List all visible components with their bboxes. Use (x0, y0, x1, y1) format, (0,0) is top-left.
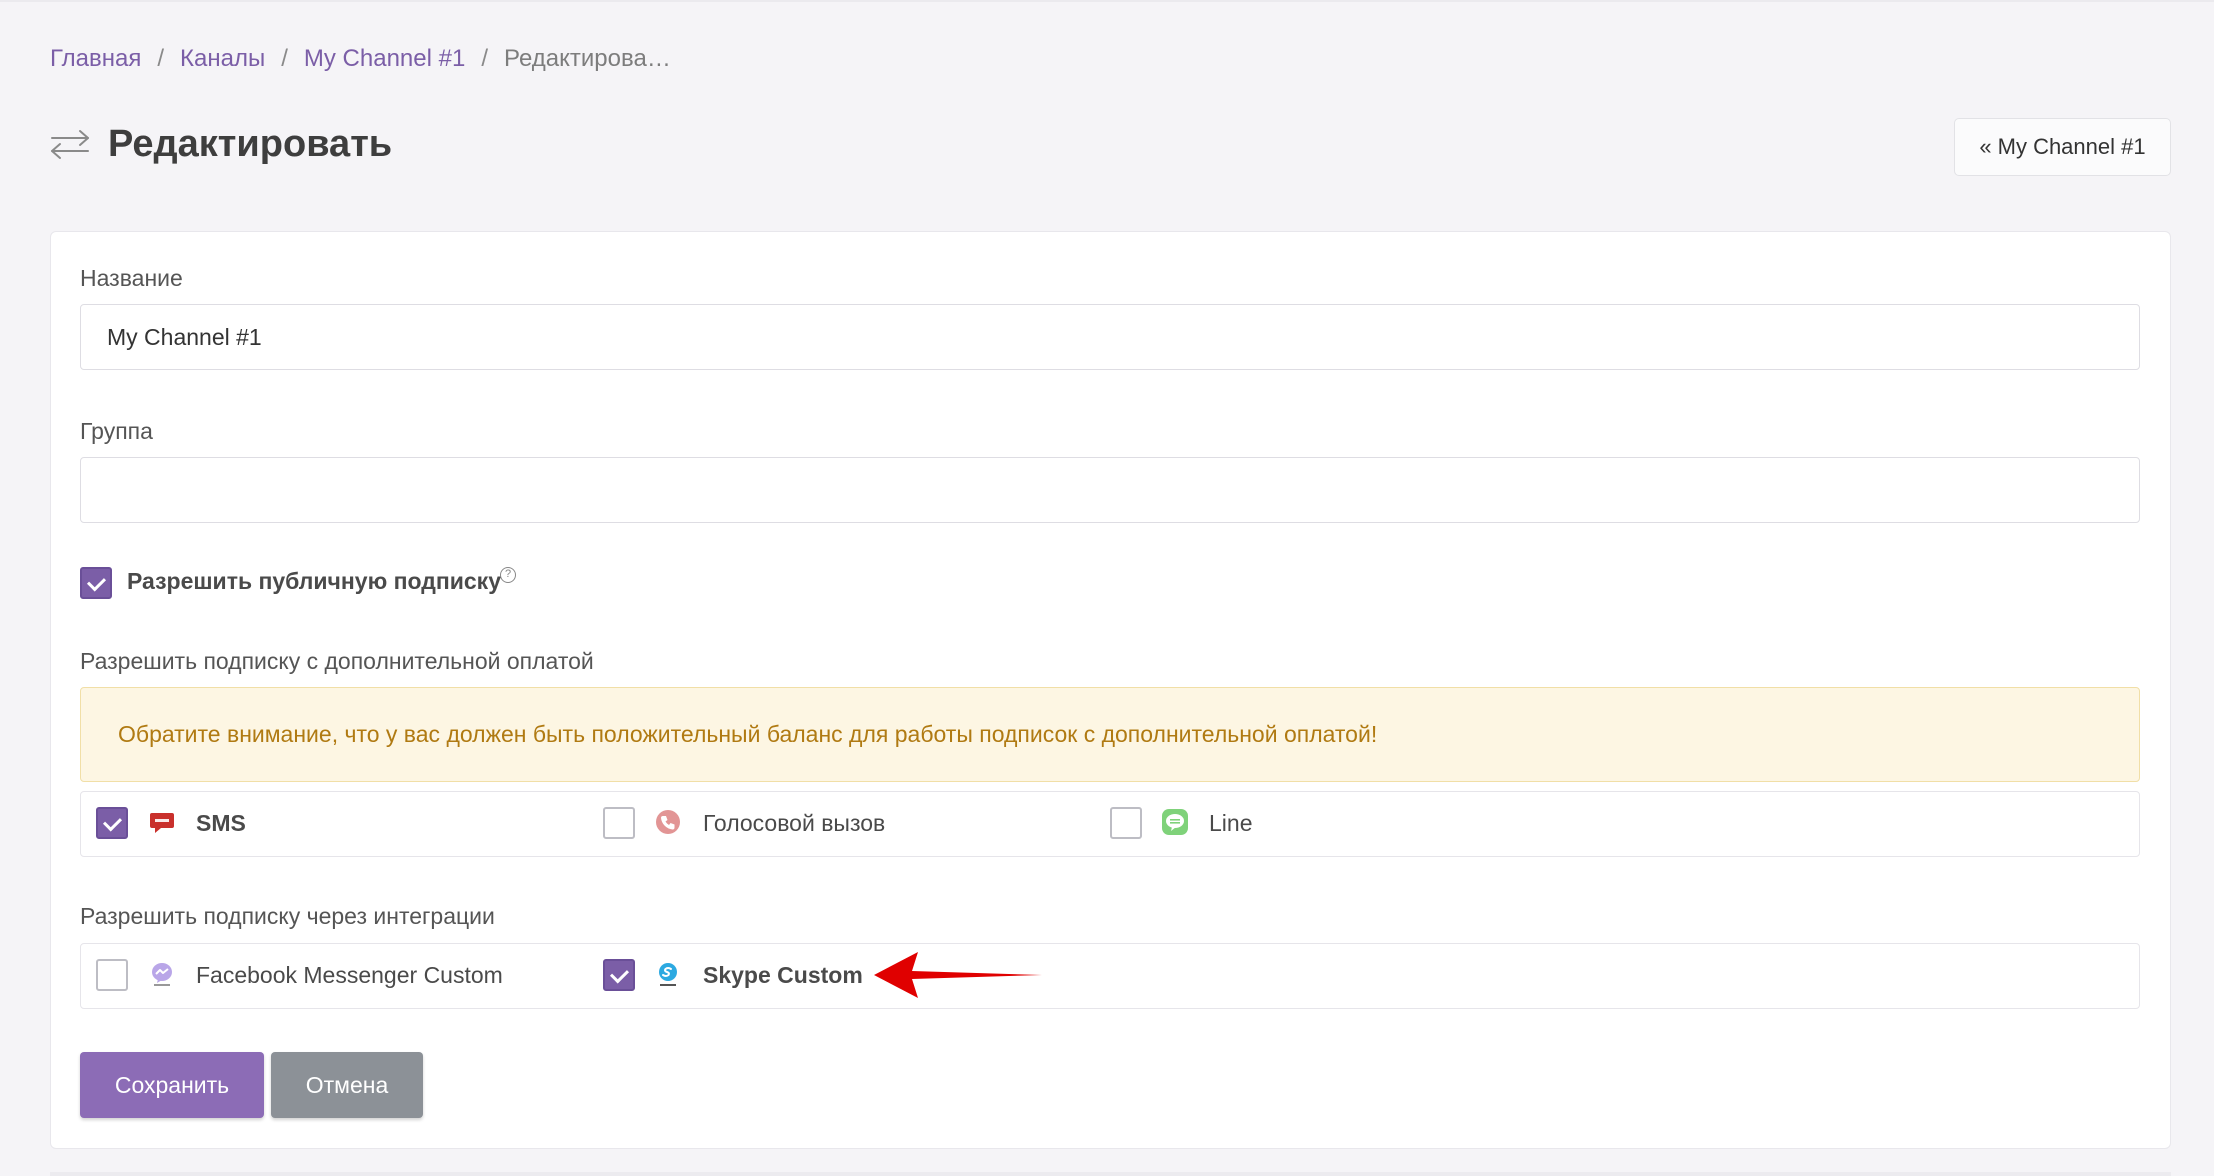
back-to-channel-button[interactable]: « My Channel #1 (1954, 118, 2171, 176)
card-bottom-edge (50, 1172, 2171, 1176)
group-field-label: Группа (80, 418, 153, 444)
page-title: Редактировать (108, 122, 393, 165)
skype-icon (659, 963, 677, 986)
name-input[interactable]: My Channel #1 (80, 304, 2140, 370)
facebook-messenger-custom-checkbox[interactable] (96, 959, 128, 991)
breadcrumb-separator: / (157, 45, 165, 72)
page-header: Редактировать (50, 118, 392, 170)
sms-icon (150, 813, 174, 833)
balance-warning-text: Обратите внимание, что у вас должен быть… (118, 721, 1378, 747)
exchange-arrows-icon (51, 130, 89, 159)
cancel-button[interactable]: Отмена (271, 1052, 423, 1118)
line-checkbox[interactable] (1110, 807, 1142, 839)
voice-call-option-label: Голосовой вызов (703, 810, 886, 836)
skype-custom-option-label: Skype Custom (703, 962, 863, 988)
annotation-arrow-icon (874, 952, 1042, 998)
skype-custom-checkbox[interactable] (603, 959, 635, 991)
facebook-messenger-custom-option-label: Facebook Messenger Custom (196, 962, 503, 988)
back-button-label: My Channel #1 (1997, 134, 2146, 159)
top-border (0, 0, 2214, 2)
paid-subscribe-section-label: Разрешить подписку с дополнительной опла… (80, 648, 594, 674)
breadcrumb-channels-link[interactable]: Каналы (180, 45, 265, 73)
messenger-icon (152, 963, 172, 986)
sms-checkbox[interactable] (96, 807, 128, 839)
balance-warning-alert: Обратите внимание, что у вас должен быть… (80, 687, 2140, 782)
phone-call-icon (656, 810, 680, 834)
line-option-label: Line (1209, 810, 1253, 836)
group-input[interactable] (80, 457, 2140, 523)
breadcrumb-channel-link[interactable]: My Channel #1 (304, 45, 465, 73)
public-subscribe-checkbox[interactable] (80, 567, 112, 599)
sms-option-label: SMS (196, 810, 246, 836)
double-chevron-left-icon: « (1979, 134, 1992, 159)
breadcrumb-separator: / (481, 45, 488, 72)
breadcrumb-home-link[interactable]: Главная (50, 45, 141, 73)
line-icon (1162, 809, 1188, 835)
breadcrumb: Главная / Каналы / My Channel #1 / Редак… (50, 42, 671, 76)
breadcrumb-current: Редактирова… (504, 45, 671, 72)
voice-call-checkbox[interactable] (603, 807, 635, 839)
integrations-section-label: Разрешить подписку через интеграции (80, 903, 495, 929)
help-icon[interactable]: ? (500, 567, 516, 583)
name-field-label: Название (80, 265, 183, 291)
breadcrumb-separator: / (281, 45, 288, 72)
public-subscribe-label: Разрешить публичную подписку (127, 568, 501, 594)
save-button[interactable]: Сохранить (80, 1052, 264, 1118)
